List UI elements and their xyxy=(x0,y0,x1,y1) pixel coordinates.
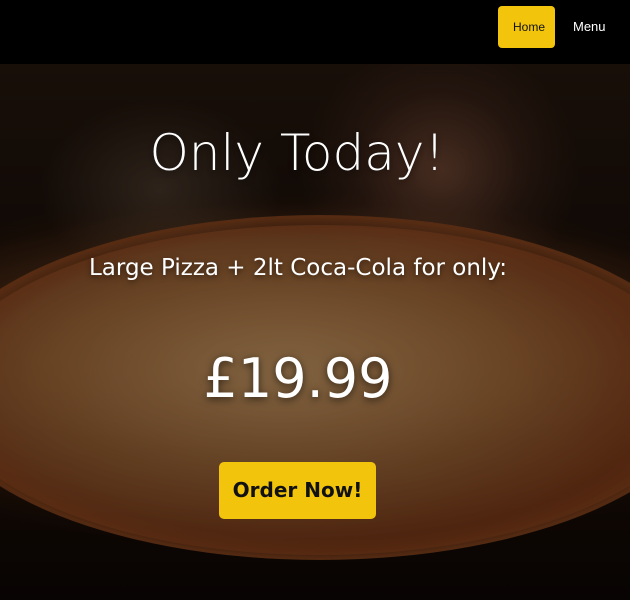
hero-offer-text: Large Pizza + 2lt Coca-Cola for only: xyxy=(88,255,508,281)
nav-menu-link[interactable]: Menu xyxy=(558,6,621,48)
order-now-button[interactable]: Order Now! xyxy=(219,462,376,519)
nav-home-button[interactable]: Home xyxy=(498,6,555,48)
hero-headline: Only Today! xyxy=(149,124,445,182)
navbar: Home Menu xyxy=(0,0,630,64)
hero-price: £19.99 xyxy=(203,347,393,410)
page: Home Menu Only Today! Large Pizza + 2lt … xyxy=(0,0,630,600)
